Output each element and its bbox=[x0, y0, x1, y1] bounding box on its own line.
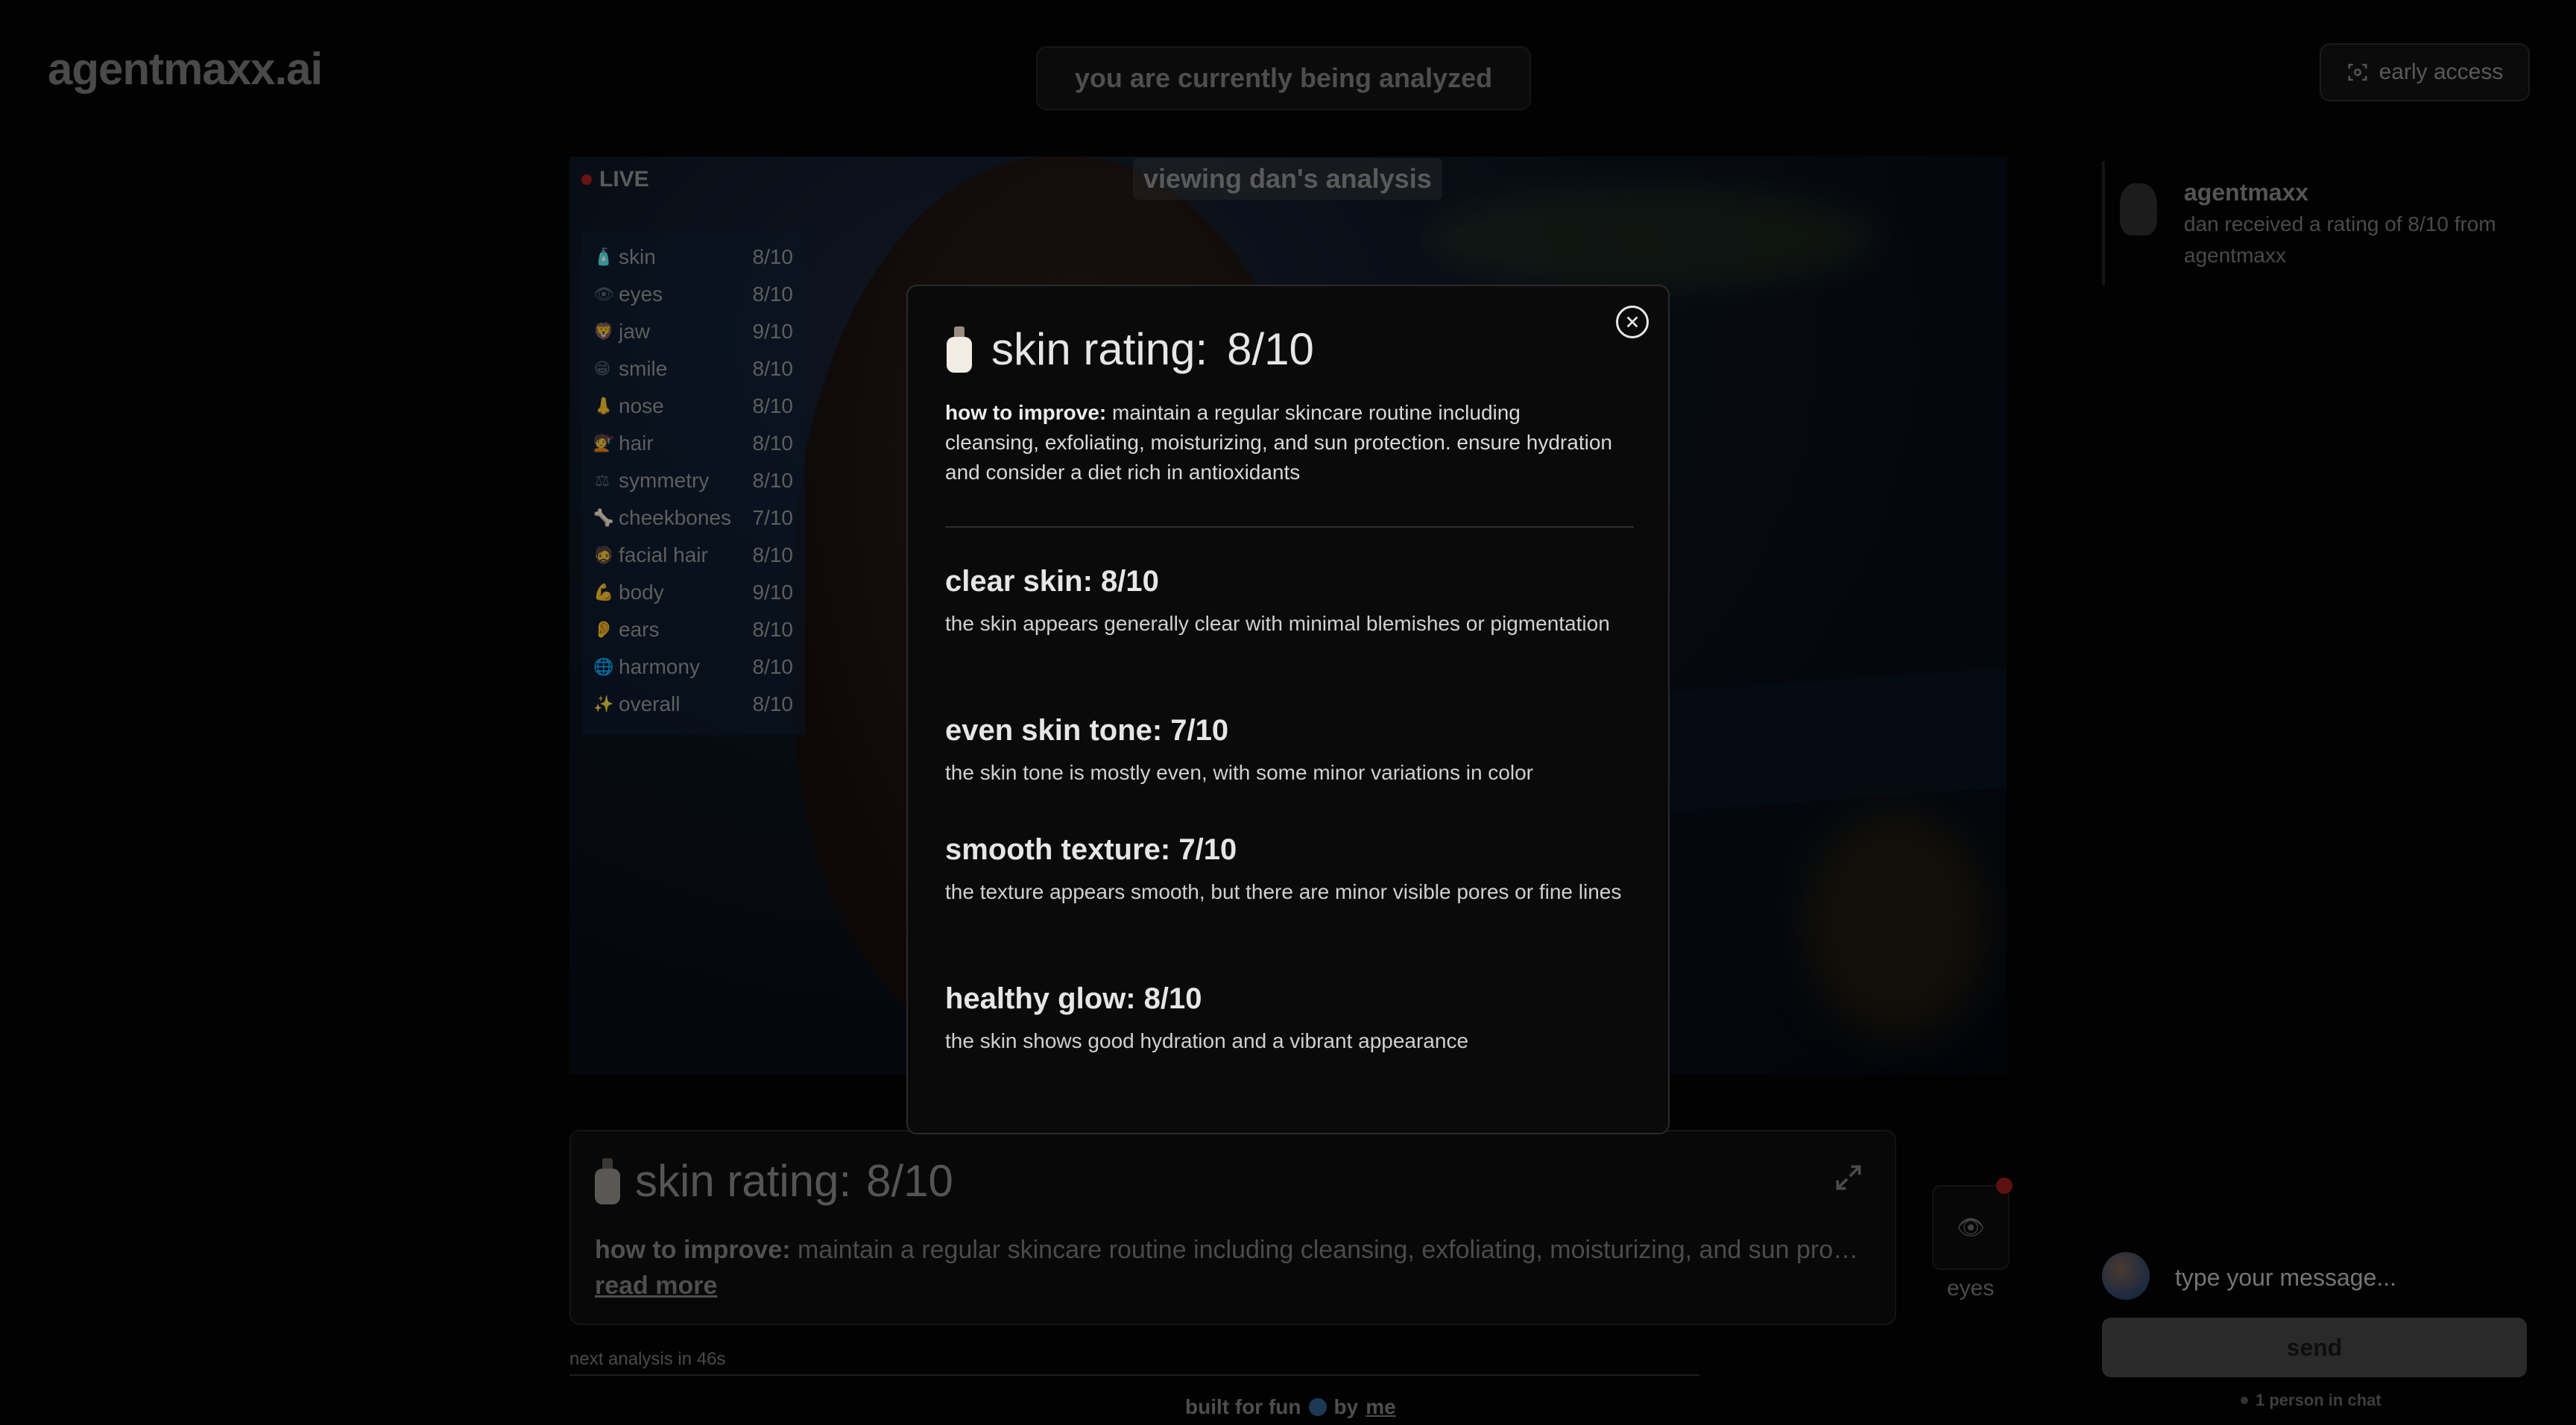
avatar bbox=[2120, 183, 2157, 236]
card-title-score: 8/10 bbox=[866, 1156, 953, 1206]
notification-dot-icon bbox=[1996, 1178, 2012, 1194]
scan-icon bbox=[2348, 63, 2367, 81]
chat-message: agentmaxx dan received a rating of 8/10 … bbox=[2102, 161, 2534, 285]
card-improve-text: how to improve: maintain a regular skinc… bbox=[595, 1236, 1862, 1264]
live-label: LIVE bbox=[599, 167, 649, 192]
nose-icon: 👃 bbox=[593, 396, 614, 415]
rating-summary-card: skin rating: 8/10 how to improve: mainta… bbox=[569, 1130, 1896, 1325]
early-access-button[interactable]: early access bbox=[2320, 43, 2530, 101]
rating-detail-modal: skin rating: 8/10 how to improve: mainta… bbox=[906, 285, 1670, 1134]
ratings-list: 🧴 skin 8/10 👁 eyes 8/10 🦁 jaw 9/10 😁 smile 8/10 … bbox=[581, 233, 805, 735]
rating-row-smile[interactable]: 😁 smile 8/10 bbox=[581, 350, 805, 388]
people-in-chat: 1 person in chat bbox=[2241, 1391, 2381, 1410]
rating-row-jaw[interactable]: 🦁 jaw 9/10 bbox=[581, 313, 805, 350]
rating-row-skin[interactable]: 🧴 skin 8/10 bbox=[581, 238, 805, 276]
rating-row-hair[interactable]: 💇 hair 8/10 bbox=[581, 425, 805, 462]
chat-message-input[interactable] bbox=[2174, 1260, 2527, 1295]
bone-icon: 🦴 bbox=[593, 508, 614, 527]
close-icon bbox=[1626, 316, 1638, 328]
footer: built for fun by me bbox=[1185, 1395, 1396, 1419]
chat-message-text: dan received a rating of 8/10 from agent… bbox=[2184, 212, 2496, 267]
modal-title-label: skin rating: bbox=[991, 324, 1208, 374]
lotion-icon: 🧴 bbox=[593, 247, 614, 266]
scale-icon: ⚖ bbox=[595, 471, 610, 490]
live-indicator: LIVE bbox=[581, 167, 649, 192]
analysis-status-pill: you are currently being analyzed bbox=[1036, 46, 1531, 110]
expand-icon[interactable] bbox=[1832, 1161, 1865, 1202]
beard-icon: 🧔 bbox=[593, 546, 614, 564]
rating-row-ears[interactable]: 👂 ears 8/10 bbox=[581, 611, 805, 648]
harmony-icon: 🌐 bbox=[593, 657, 614, 676]
eye-icon: 👁 bbox=[1956, 1215, 1986, 1240]
rating-row-body[interactable]: 💪 body 9/10 bbox=[581, 574, 805, 611]
lotion-bottle-icon bbox=[947, 326, 972, 373]
rating-row-eyes[interactable]: 👁 eyes 8/10 bbox=[581, 276, 805, 313]
modal-section-smooth-texture: smooth texture: 7/10 the texture appears… bbox=[945, 833, 1622, 903]
eye-icon: 👁 bbox=[593, 285, 614, 303]
author-link[interactable]: me bbox=[1366, 1395, 1395, 1419]
read-more-link[interactable]: read more bbox=[595, 1271, 717, 1301]
sparkles-icon: ✨ bbox=[593, 695, 614, 713]
modal-section-healthy-glow: healthy glow: 8/10 the skin shows good h… bbox=[945, 982, 1469, 1052]
chat-message-author: agentmaxx bbox=[2184, 179, 2309, 206]
smile-icon: 😁 bbox=[593, 359, 611, 378]
rating-row-facial-hair[interactable]: 🧔 facial hair 8/10 bbox=[581, 537, 805, 574]
haircut-icon: 💇 bbox=[593, 434, 614, 452]
modal-section-clear-skin: clear skin: 8/10 the skin appears genera… bbox=[945, 565, 1610, 635]
rating-row-cheekbones[interactable]: 🦴 cheekbones 7/10 bbox=[581, 499, 805, 537]
muscle-icon: 💪 bbox=[593, 583, 614, 601]
progress-track bbox=[569, 1374, 1699, 1376]
eyes-indicator-button[interactable]: 👁 bbox=[1932, 1185, 2010, 1270]
early-access-label: early access bbox=[2378, 60, 2504, 84]
lotion-bottle-icon bbox=[595, 1157, 620, 1204]
live-dot-icon bbox=[581, 174, 592, 185]
card-title-label: skin rating: bbox=[635, 1156, 852, 1206]
brand-logo[interactable]: agentmaxx.ai bbox=[48, 43, 323, 95]
user-avatar bbox=[2102, 1252, 2150, 1300]
modal-title: skin rating: 8/10 bbox=[947, 323, 1314, 375]
next-analysis-timer: next analysis in 46s bbox=[569, 1349, 726, 1369]
lion-icon: 🦁 bbox=[593, 322, 614, 341]
ear-icon: 👂 bbox=[593, 620, 614, 639]
globe-icon bbox=[1308, 1398, 1327, 1416]
rating-row-harmony[interactable]: 🌐 harmony 8/10 bbox=[581, 648, 805, 686]
modal-improve-text: how to improve: maintain a regular skinc… bbox=[945, 401, 1612, 484]
send-button[interactable]: send bbox=[2102, 1318, 2527, 1377]
modal-title-score: 8/10 bbox=[1227, 324, 1314, 374]
modal-section-even-skin-tone: even skin tone: 7/10 the skin tone is mo… bbox=[945, 714, 1533, 784]
close-button[interactable] bbox=[1616, 306, 1649, 338]
rating-row-symmetry[interactable]: ⚖ symmetry 8/10 bbox=[581, 462, 805, 499]
online-dot-icon bbox=[2241, 1397, 2248, 1404]
rating-row-nose[interactable]: 👃 nose 8/10 bbox=[581, 388, 805, 425]
viewing-label: viewing dan's analysis bbox=[1133, 158, 1442, 200]
rating-row-overall[interactable]: ✨ overall 8/10 bbox=[581, 686, 805, 723]
divider bbox=[945, 526, 1634, 528]
eyes-indicator-label: eyes bbox=[1947, 1276, 1995, 1301]
card-title: skin rating: 8/10 bbox=[595, 1155, 953, 1207]
